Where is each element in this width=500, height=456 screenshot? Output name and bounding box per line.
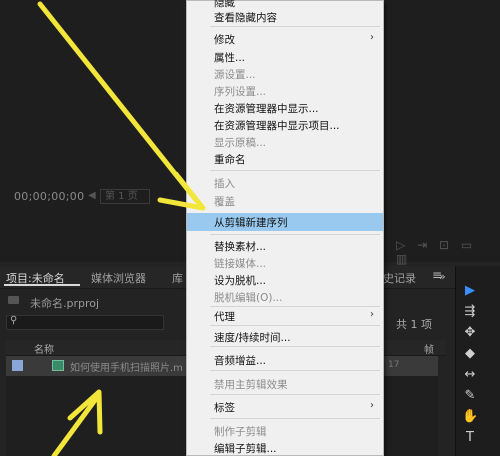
- menu-item-hide[interactable]: 隐藏: [214, 0, 235, 10]
- menu-separator: [210, 346, 380, 347]
- tab-libraries[interactable]: 库: [172, 270, 183, 286]
- column-name-header[interactable]: 名称: [34, 341, 54, 356]
- fit-dropdown[interactable]: 第 1 页: [100, 189, 150, 204]
- ripple-edit-tool-icon[interactable]: ✥: [462, 325, 478, 341]
- timecode-display[interactable]: 00;00;00;00: [14, 190, 84, 203]
- menu-item-reveal-original: 显示原稿...: [214, 137, 267, 149]
- menu-separator: [210, 306, 380, 307]
- menu-item-view-hidden[interactable]: 查看隐藏内容: [214, 10, 277, 25]
- menu-item-replace-footage[interactable]: 替换素材...: [214, 239, 266, 254]
- pen-tool-icon[interactable]: ✎: [462, 388, 478, 404]
- items-count: 共 1 项: [396, 318, 432, 331]
- transport-controls: ▷ ⇥ ⊡ ▭ ▥: [396, 238, 500, 266]
- menu-separator: [210, 325, 380, 326]
- menu-separator: [210, 394, 380, 395]
- menu-item-link-media: 链接媒体...: [214, 258, 267, 270]
- menu-item-proxy[interactable]: 代理: [214, 309, 235, 324]
- sequence-clip-icon: [52, 360, 64, 371]
- menu-item-new-sequence-from-clip[interactable]: 从剪辑新建序列: [214, 215, 288, 230]
- search-input[interactable]: [6, 315, 164, 330]
- tab-history[interactable]: 史记录: [383, 270, 416, 286]
- comparison-icon[interactable]: ▥: [396, 252, 407, 266]
- project-file-name: 未命名.prproj: [30, 297, 100, 310]
- step-forward-icon[interactable]: ⇥: [417, 238, 427, 252]
- razor-tool-icon[interactable]: ◆: [462, 346, 478, 362]
- menu-item-edit-offline: 脱机编辑(O)...: [214, 292, 283, 304]
- hand-tool-icon[interactable]: ✋: [462, 409, 478, 425]
- prev-arrow-icon[interactable]: ◀: [88, 190, 96, 201]
- menu-item-speed-duration[interactable]: 速度/持续时间...: [214, 330, 291, 345]
- camera-icon[interactable]: ⊡: [439, 238, 449, 252]
- menu-item-modify[interactable]: 修改: [214, 32, 235, 47]
- active-tab-indicator: [4, 284, 80, 286]
- menu-separator: [210, 170, 380, 171]
- type-tool-icon[interactable]: T: [462, 430, 478, 446]
- submenu-arrow-icon: ›: [370, 400, 374, 411]
- menu-item-reveal-project-in-explorer[interactable]: 在资源管理器中显示项目...: [214, 118, 340, 133]
- label-color-swatch[interactable]: [12, 360, 23, 371]
- menu-separator: [210, 418, 380, 419]
- menu-item-audio-gain[interactable]: 音频增益...: [214, 353, 266, 368]
- folder-icon: [8, 296, 19, 304]
- column-fps-header[interactable]: 帧: [424, 341, 434, 356]
- menu-item-make-subclip: 制作子剪辑: [214, 426, 267, 438]
- track-select-tool-icon[interactable]: ⇶: [462, 304, 478, 320]
- clip-name[interactable]: 如何使用手机扫描照片.m: [70, 359, 183, 374]
- menu-item-sequence-settings: 序列设置...: [214, 86, 267, 98]
- export-frame-icon[interactable]: ▭: [461, 238, 472, 252]
- menu-separator: [210, 370, 380, 371]
- menu-item-edit-subclip[interactable]: 编辑子剪辑...: [214, 441, 277, 456]
- menu-separator: [210, 26, 380, 27]
- submenu-arrow-icon: ›: [370, 32, 374, 43]
- menu-item-label[interactable]: 标签: [214, 400, 235, 415]
- play-icon[interactable]: ▷: [396, 238, 405, 252]
- tools-more-icon[interactable]: »: [439, 270, 446, 283]
- menu-item-properties[interactable]: 属性...: [214, 50, 245, 65]
- menu-item-disable-master-clip-effects: 禁用主剪辑效果: [214, 379, 288, 391]
- menu-item-overwrite: 覆盖: [214, 196, 235, 208]
- clip-frame-rate: 17: [388, 360, 400, 370]
- selection-tool-icon[interactable]: ▶: [462, 283, 478, 299]
- slip-tool-icon[interactable]: ↔: [462, 367, 478, 383]
- submenu-arrow-icon: ›: [370, 309, 374, 320]
- menu-item-make-offline[interactable]: 设为脱机...: [214, 273, 266, 288]
- menu-item-insert: 插入: [214, 178, 235, 190]
- menu-item-reveal-in-explorer[interactable]: 在资源管理器中显示...: [214, 101, 319, 116]
- search-icon: ⚲: [10, 315, 18, 326]
- menu-item-rename[interactable]: 重命名: [214, 152, 246, 167]
- tab-media-browser[interactable]: 媒体浏览器: [91, 270, 146, 286]
- menu-item-source-settings: 源设置...: [214, 69, 256, 81]
- menu-separator: [210, 234, 380, 235]
